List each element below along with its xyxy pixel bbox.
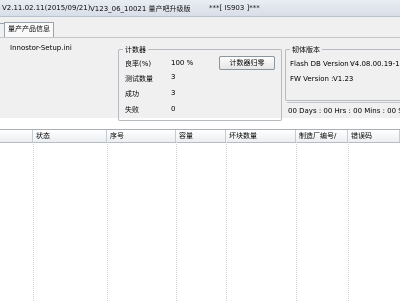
- column-divider: [33, 142, 34, 301]
- flash-db-version-label: Flash DB Version :: [290, 60, 354, 68]
- fail-label: 失败: [125, 106, 139, 114]
- tab-strip: 量产产品信息: [0, 17, 400, 37]
- yield-value: 100 %: [171, 59, 194, 67]
- column-divider: [226, 142, 227, 301]
- column-header-status[interactable]: 状态: [33, 130, 107, 142]
- column-header-error-code[interactable]: 错误码: [348, 130, 400, 142]
- title-bar: V2.11.02.11(2015/09/21) V123_06_10021 量产…: [0, 0, 400, 17]
- title-chip: ***[ IS903 ]***: [209, 4, 260, 12]
- fw-version-value: V1.23: [333, 75, 354, 83]
- column-header-vendor-id[interactable]: 制造厂编号/产...: [296, 130, 348, 142]
- tested-label: 测试数量: [125, 75, 153, 83]
- elapsed-time-status: 00 Days : 00 Hrs : 00 Mins : 00 Sec: [287, 102, 400, 117]
- column-header-capacity[interactable]: 容量: [176, 130, 226, 142]
- column-header-serial[interactable]: 序号: [107, 130, 176, 142]
- firmware-group: 韧体版本 Flash DB Version : V4.08.00.19-1 FW…: [285, 45, 400, 101]
- title-version: V2.11.02.11(2015/09/21): [2, 4, 91, 12]
- counter-group: 计数器 良率(%) 100 % 测试数量 3 成功 3 失败 0 计数器归零: [118, 45, 282, 121]
- column-divider: [348, 142, 349, 301]
- title-build: V123_06_10021 量产吧升级版: [90, 5, 191, 13]
- success-value: 3: [171, 89, 176, 97]
- column-divider: [107, 142, 108, 301]
- column-divider: [176, 142, 177, 301]
- reset-counter-button[interactable]: 计数器归零: [219, 56, 275, 70]
- column-header-index[interactable]: [0, 130, 33, 142]
- column-header-bad-blocks[interactable]: 坏块数量: [226, 130, 296, 142]
- column-divider: [296, 142, 297, 301]
- success-label: 成功: [125, 90, 139, 98]
- ini-file-label: Innostor-Setup.ini: [10, 44, 72, 52]
- table-header: 状态 序号 容量 坏块数量 制造厂编号/产... 错误码: [0, 130, 400, 143]
- tested-value: 3: [171, 73, 176, 81]
- flash-db-version-value: V4.08.00.19-1: [350, 60, 400, 68]
- tab-product-info-label: 量产产品信息: [8, 25, 50, 33]
- counter-group-label: 计数器: [123, 45, 148, 55]
- yield-label: 良率(%): [125, 60, 152, 68]
- tab-product-info[interactable]: 量产产品信息: [4, 22, 54, 37]
- fw-version-label: FW Version :: [290, 75, 334, 83]
- device-table[interactable]: 状态 序号 容量 坏块数量 制造厂编号/产... 错误码: [0, 129, 400, 301]
- elapsed-time: 00 Days : 00 Hrs : 00 Mins : 00 Sec: [288, 107, 400, 115]
- firmware-group-label: 韧体版本: [290, 45, 322, 55]
- fail-value: 0: [171, 105, 176, 113]
